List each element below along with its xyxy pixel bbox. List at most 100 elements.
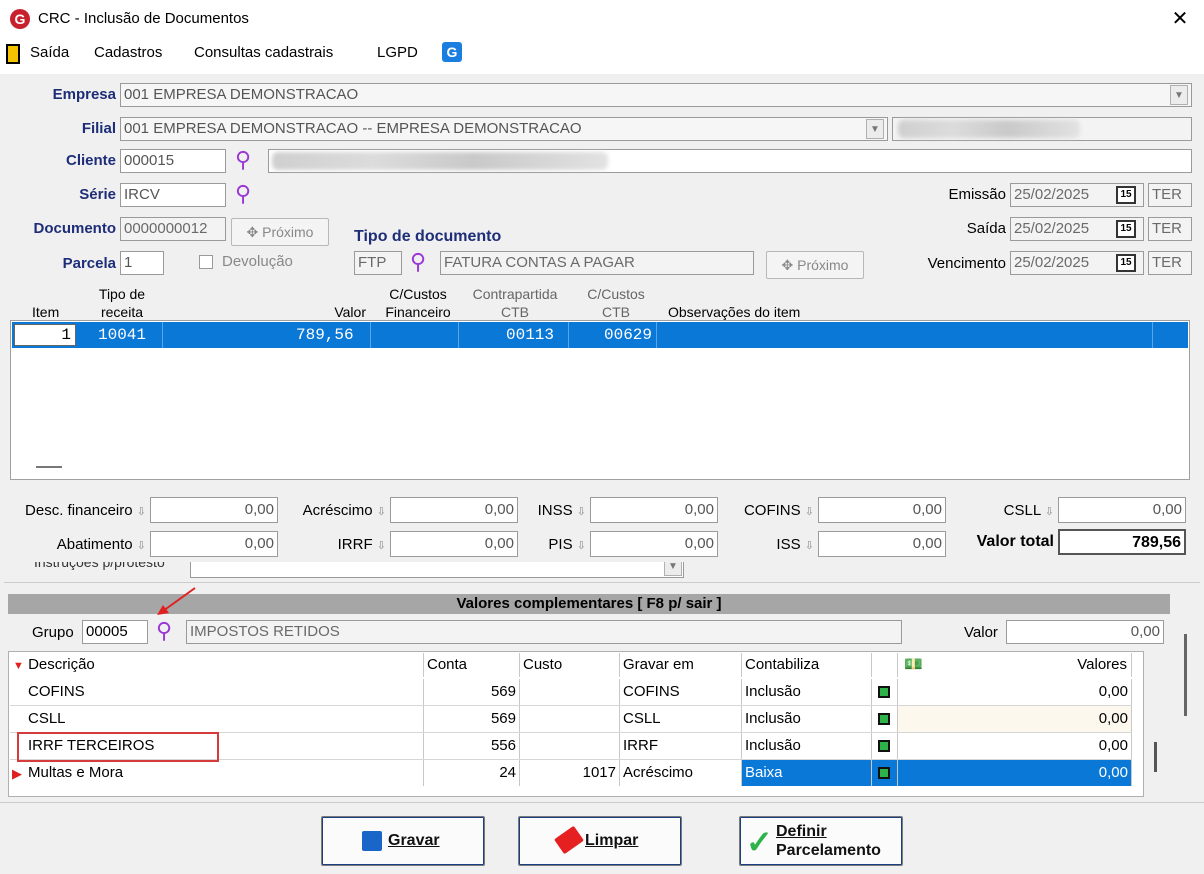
item-number-cell[interactable]: 1 [14, 324, 76, 346]
ccctb-cell[interactable]: 00629 [604, 326, 652, 344]
documento-input[interactable]: 0000000012 [120, 217, 226, 241]
highlight-box-annotation [17, 732, 219, 762]
tipo-doc-code[interactable]: FTP [354, 251, 402, 275]
cell-custo[interactable] [520, 733, 620, 759]
devolucao-checkbox[interactable] [199, 255, 213, 269]
grupo-input[interactable]: 00005 [82, 620, 148, 644]
close-icon[interactable]: ✕ [1168, 6, 1192, 31]
search-icon[interactable]: ⚲ [410, 251, 426, 273]
limpar-button[interactable]: Limpar [518, 816, 682, 866]
g-app-icon[interactable]: G [442, 42, 462, 62]
calendar-icon[interactable]: 15 [1116, 186, 1136, 204]
cell-check[interactable] [872, 733, 898, 759]
menu-cadastros[interactable]: Cadastros [94, 44, 162, 61]
cell-descricao[interactable]: CSLL [10, 706, 424, 732]
table-row[interactable]: COFINS 569 COFINS Inclusão 0,00 [10, 679, 1132, 705]
menu-saida[interactable]: Saída [30, 44, 69, 61]
redacted-blur [272, 152, 608, 170]
grid-scroll-handle[interactable] [36, 466, 62, 468]
valor-cell[interactable]: 789,56 [296, 326, 354, 344]
cell-valores[interactable]: 0,00 [898, 760, 1132, 786]
irrf-field[interactable]: 0,00 [390, 531, 518, 557]
valor-input[interactable]: 0,00 [1006, 620, 1164, 644]
scroll-indicator[interactable] [1154, 742, 1157, 772]
cell-custo[interactable] [520, 679, 620, 705]
menu-consultas[interactable]: Consultas cadastrais [194, 44, 333, 61]
pis-field[interactable]: 0,00 [590, 531, 718, 557]
exit-door-icon[interactable] [6, 44, 20, 64]
green-check-icon[interactable] [878, 713, 890, 725]
header-contabiliza[interactable]: Contabiliza [742, 653, 872, 677]
inss-field[interactable]: 0,00 [590, 497, 718, 523]
cell-conta[interactable]: 556 [424, 733, 520, 759]
table-row[interactable] [12, 322, 1188, 348]
desc-fin-field[interactable]: 0,00 [150, 497, 278, 523]
green-check-icon[interactable] [878, 767, 890, 779]
search-icon[interactable]: ⚲ [156, 620, 172, 642]
instrucoes-select[interactable] [190, 562, 684, 578]
chevron-down-icon[interactable]: ▼ [866, 119, 884, 139]
tipo-cell[interactable]: 10041 [98, 326, 146, 344]
cell-conta[interactable]: 24 [424, 760, 520, 786]
gravar-button[interactable]: Gravar [321, 816, 485, 866]
col-ccfin-2: Financeiro [385, 304, 451, 320]
definir-parcelamento-button[interactable]: ✓ Definir Parcelamento [739, 816, 903, 866]
cliente-input[interactable]: 000015 [120, 149, 226, 173]
iss-field[interactable]: 0,00 [818, 531, 946, 557]
cell-gravar[interactable]: CSLL [620, 706, 742, 732]
chevron-down-icon[interactable]: ▼ [664, 562, 682, 576]
parcela-input[interactable]: 1 [120, 251, 164, 275]
cell-contabiliza[interactable]: Inclusão [742, 733, 872, 759]
cell-valores[interactable]: 0,00 [898, 706, 1132, 732]
filial-select[interactable]: 001 EMPRESA DEMONSTRACAO -- EMPRESA DEMO… [120, 117, 888, 141]
acrescimo-field[interactable]: 0,00 [390, 497, 518, 523]
csll-field[interactable]: 0,00 [1058, 497, 1186, 523]
acrescimo-text: Acréscimo [302, 502, 373, 519]
empresa-select[interactable]: 001 EMPRESA DEMONSTRACAO [120, 83, 1192, 107]
cell-check[interactable] [872, 679, 898, 705]
search-icon[interactable]: ⚲ [235, 183, 251, 205]
header-conta[interactable]: Conta [424, 653, 520, 677]
cell-conta[interactable]: 569 [424, 679, 520, 705]
green-check-icon[interactable] [878, 686, 890, 698]
calendar-icon[interactable]: 15 [1116, 254, 1136, 272]
cell-check[interactable] [872, 706, 898, 732]
cell-gravar[interactable]: Acréscimo [620, 760, 742, 786]
header-descricao[interactable]: ▼ Descrição [10, 653, 424, 677]
cell-valores[interactable]: 0,00 [898, 679, 1132, 705]
menu-lgpd[interactable]: LGPD [377, 44, 418, 61]
chevron-down-icon[interactable]: ▼ [1170, 85, 1188, 105]
cell-descricao[interactable]: Multas e Mora [10, 760, 424, 786]
proximo-doc-button[interactable]: ✥ Próximo [231, 218, 329, 246]
cell-gravar[interactable]: IRRF [620, 733, 742, 759]
green-check-icon[interactable] [878, 740, 890, 752]
search-icon[interactable]: ⚲ [235, 149, 251, 171]
proximo-tipo-button[interactable]: ✥ Próximo [766, 251, 864, 279]
cell-custo[interactable]: 1017 [520, 760, 620, 786]
header-gravar[interactable]: Gravar em [620, 653, 742, 677]
serie-input[interactable]: IRCV [120, 183, 226, 207]
cell-conta[interactable]: 569 [424, 706, 520, 732]
abatimento-field[interactable]: 0,00 [150, 531, 278, 557]
cell-contabiliza[interactable]: Inclusão [742, 706, 872, 732]
cell-contabiliza[interactable]: Baixa [742, 760, 872, 786]
table-row[interactable]: ▶ Multas e Mora 24 1017 Acréscimo Baixa … [10, 760, 1132, 786]
cell-contabiliza[interactable]: Inclusão [742, 679, 872, 705]
saida-label: Saída [966, 220, 1006, 237]
cell-valores[interactable]: 0,00 [898, 733, 1132, 759]
cell-descricao[interactable]: COFINS [10, 679, 424, 705]
header-valores[interactable]: 💵 Valores [898, 653, 1132, 677]
red-arrow-annotation [157, 587, 196, 615]
cofins-field[interactable]: 0,00 [818, 497, 946, 523]
valor-label: Valor [964, 624, 998, 641]
cell-custo[interactable] [520, 706, 620, 732]
calendar-icon[interactable]: 15 [1116, 220, 1136, 238]
arrow-down-icon: ⇩ [804, 506, 814, 518]
emissao-day: TER [1148, 183, 1192, 207]
scroll-indicator[interactable] [1184, 634, 1187, 716]
header-custo[interactable]: Custo [520, 653, 620, 677]
cell-gravar[interactable]: COFINS [620, 679, 742, 705]
cell-check[interactable] [872, 760, 898, 786]
table-row[interactable]: CSLL 569 CSLL Inclusão 0,00 [10, 706, 1132, 732]
contra-cell[interactable]: 00113 [506, 326, 554, 344]
